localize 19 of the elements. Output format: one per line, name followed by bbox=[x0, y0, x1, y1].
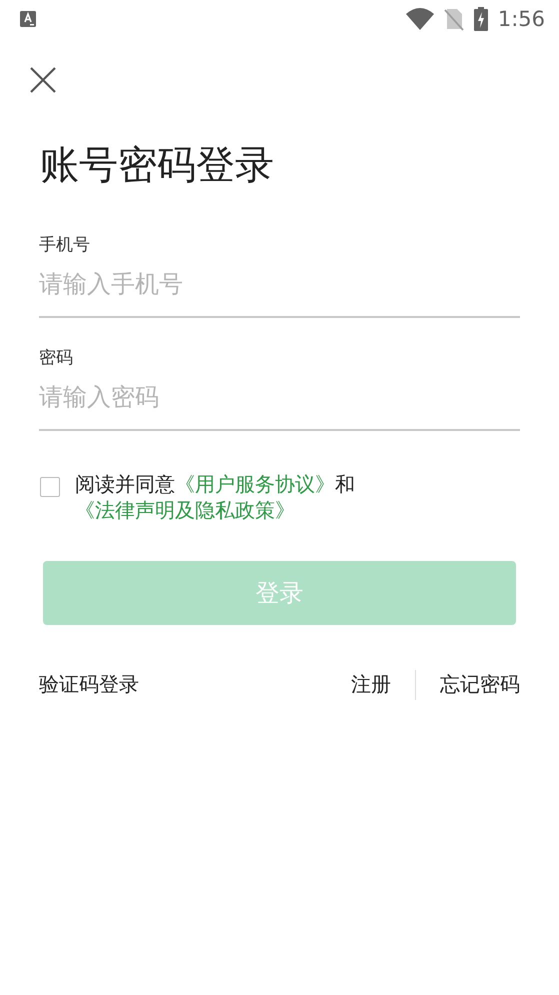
field-label: 手机号 bbox=[39, 234, 91, 256]
checkbox[interactable] bbox=[40, 476, 60, 497]
battery-charging-icon bbox=[474, 7, 488, 31]
clock-time: 1:56 bbox=[498, 7, 545, 31]
input-field[interactable]: 请输入密码 bbox=[39, 368, 520, 429]
keyboard-icon bbox=[20, 11, 36, 27]
page-title: 账号密码登录 bbox=[40, 145, 275, 188]
text-link[interactable]: 注册 bbox=[351, 671, 391, 698]
agreement-text: 阅读并同意《用户服务协议》和 《法律声明及隐私政策》 bbox=[75, 470, 356, 523]
agreement-link[interactable]: 《法律声明及隐私政策》 bbox=[75, 498, 295, 522]
sms-login-link[interactable]: 验证码登录 bbox=[39, 671, 139, 698]
close-icon bbox=[30, 67, 56, 93]
wifi-icon bbox=[406, 8, 434, 30]
text-link[interactable]: 忘记密码 bbox=[440, 671, 520, 698]
field-label: 密码 bbox=[39, 346, 74, 369]
close-button[interactable] bbox=[30, 67, 56, 93]
no-sim-icon bbox=[444, 7, 464, 31]
input-field[interactable]: 请输入手机号 bbox=[39, 256, 520, 316]
agreement-link[interactable]: 《用户服务协议》 bbox=[175, 472, 335, 496]
